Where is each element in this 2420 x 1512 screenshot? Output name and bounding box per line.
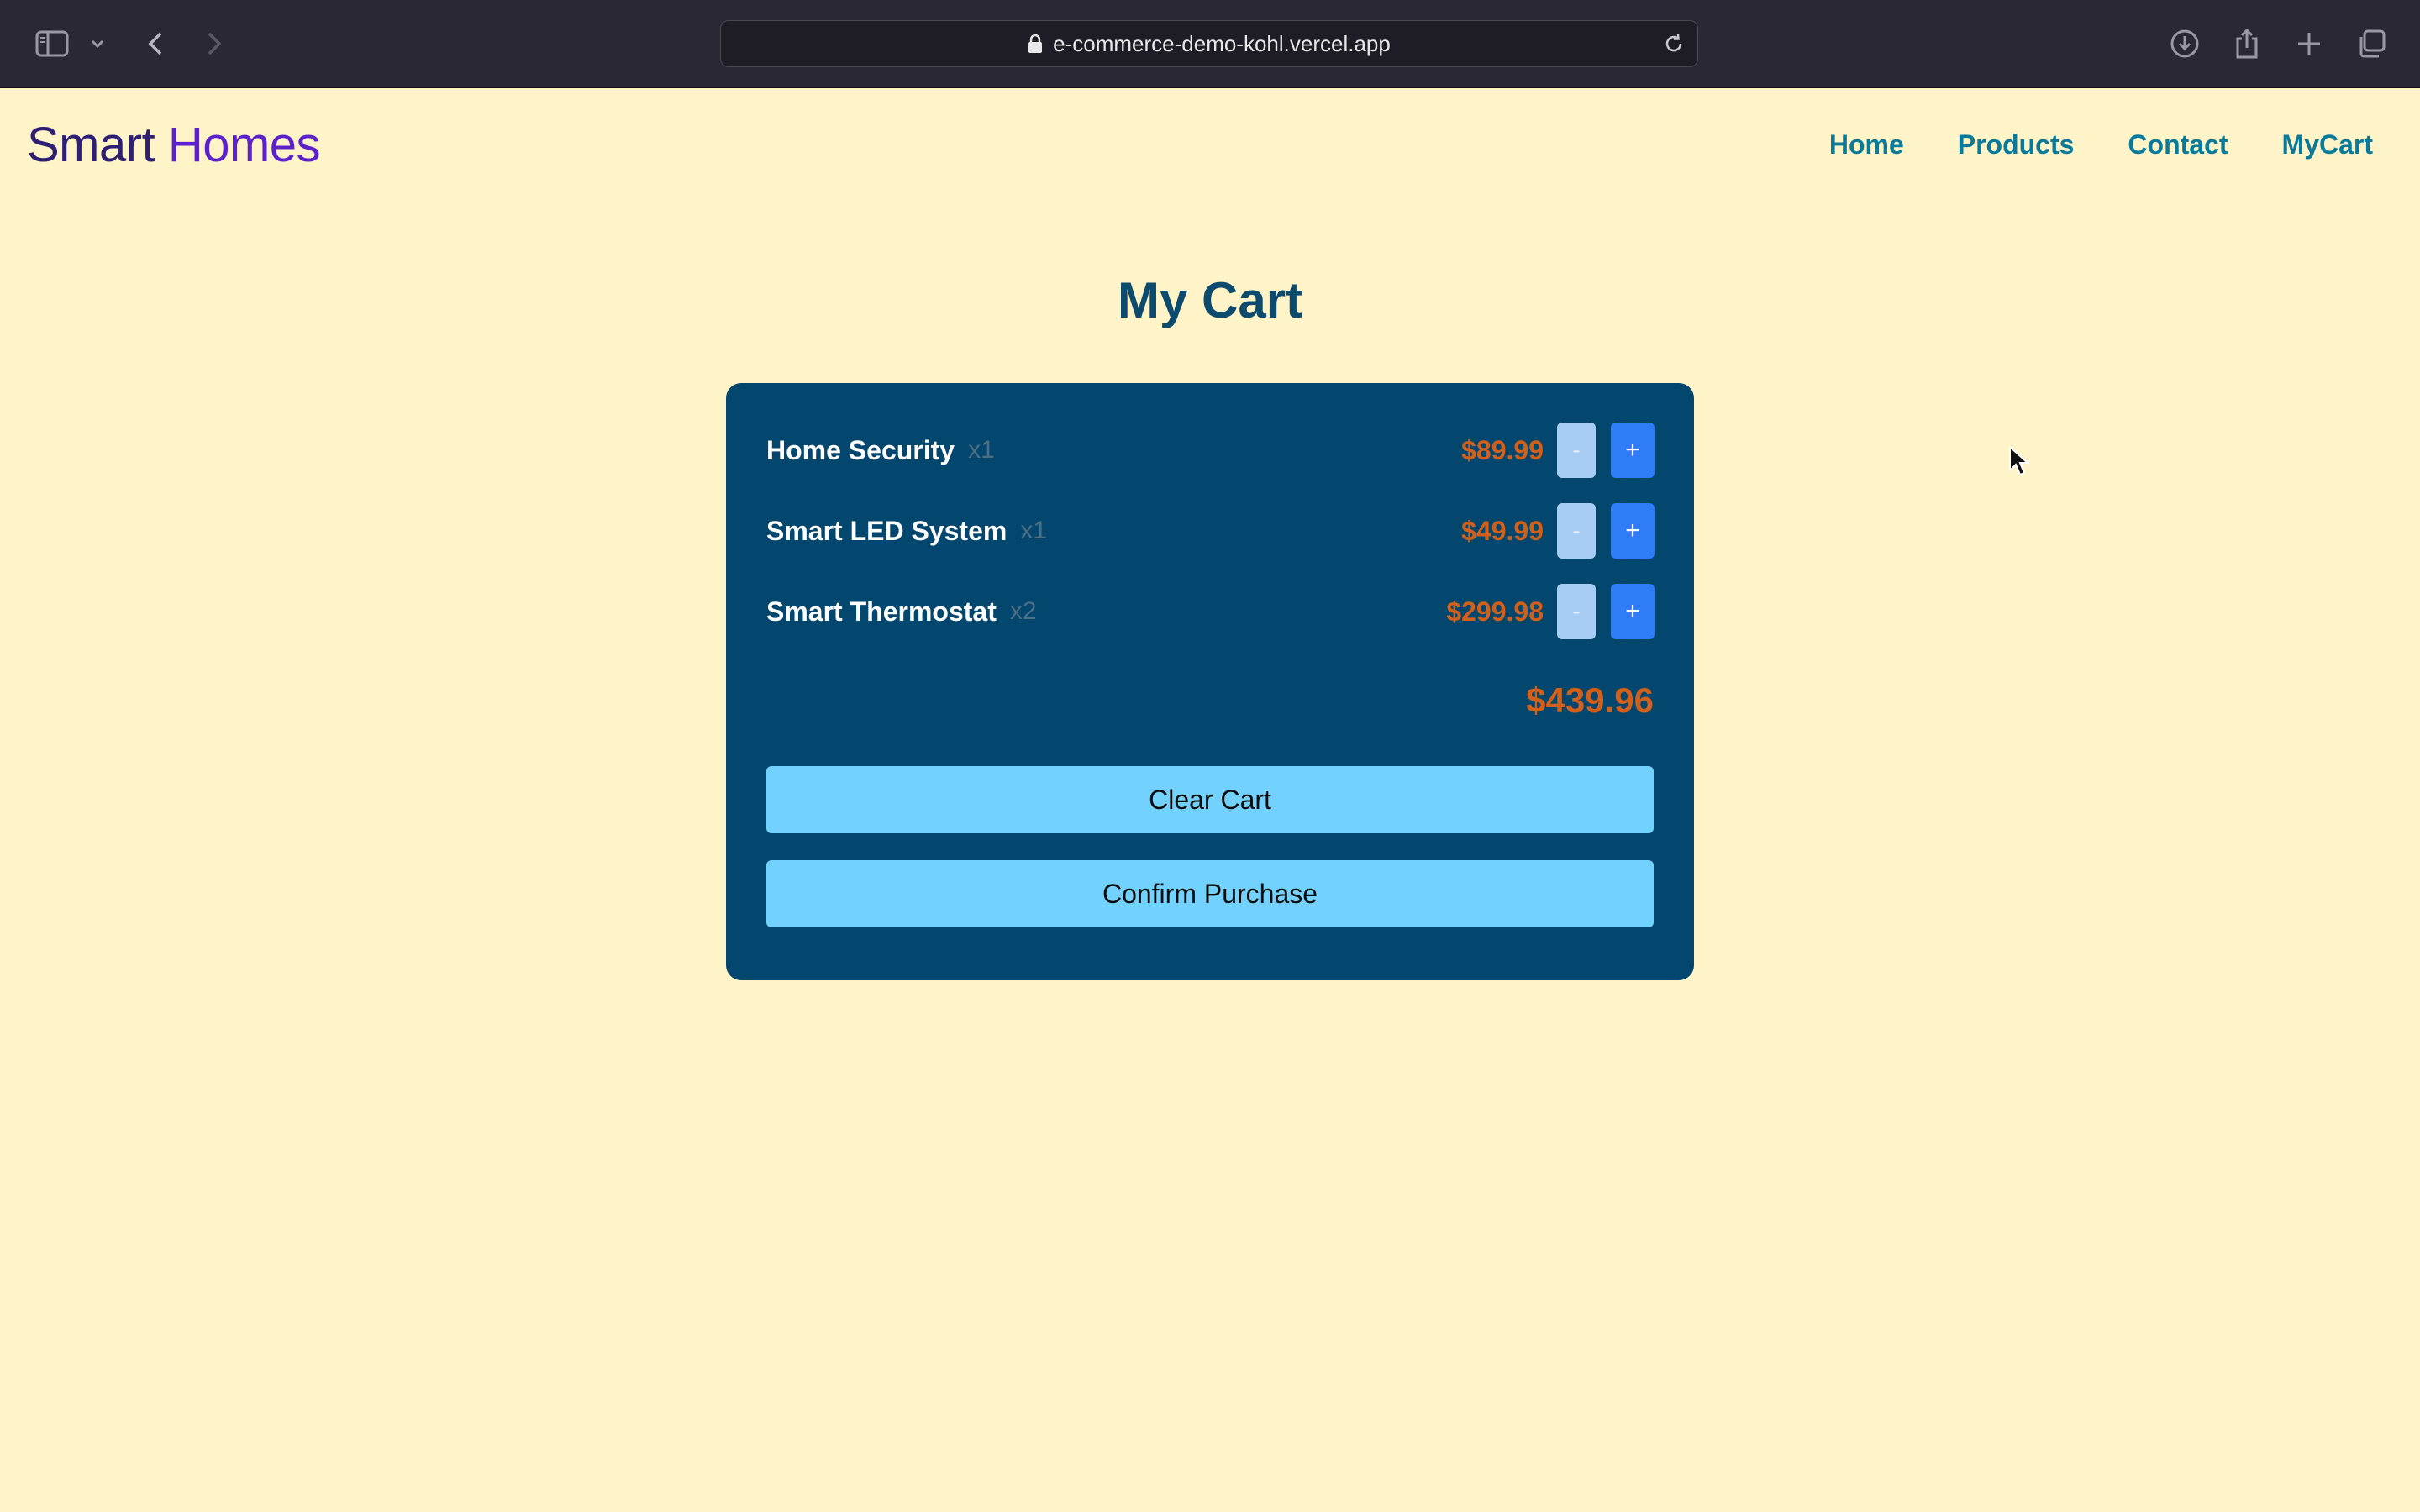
cart-item: Smart LED System x1 $49.99 - +: [766, 503, 1655, 559]
nav-link-products[interactable]: Products: [1958, 126, 2075, 163]
cart-item-price: $89.99: [1461, 434, 1544, 465]
cart-item-name: Smart LED System: [766, 515, 1007, 546]
increase-quantity-button[interactable]: +: [1611, 503, 1655, 559]
share-icon[interactable]: [2230, 28, 2264, 59]
back-arrow-icon[interactable]: [143, 29, 168, 59]
decrease-quantity-button[interactable]: -: [1557, 423, 1596, 478]
cart-item-price: $299.98: [1446, 596, 1544, 627]
site-title-word-homes: Homes: [167, 118, 321, 172]
main-nav: Home Products Contact MyCart: [1829, 126, 2373, 163]
forward-arrow-icon[interactable]: [202, 29, 227, 59]
cart-item-quantity: x2: [1009, 597, 1037, 625]
cart-item-quantity: x1: [1020, 517, 1048, 544]
reload-icon[interactable]: [1662, 32, 1686, 55]
url-text: e-commerce-demo-kohl.vercel.app: [1053, 30, 1391, 56]
browser-toolbar: e-commerce-demo-kohl.vercel.app: [0, 0, 2420, 88]
decrease-quantity-button[interactable]: -: [1557, 584, 1596, 639]
cart-total: $439.96: [1526, 680, 1654, 720]
cart-item: Smart Thermostat x2 $299.98 - +: [766, 584, 1655, 639]
cart-item: Home Security x1 $89.99 - +: [766, 423, 1655, 478]
cart-item-name: Smart Thermostat: [766, 596, 997, 627]
new-tab-icon[interactable]: [2292, 29, 2326, 59]
tab-overview-icon[interactable]: [2354, 29, 2388, 59]
nav-link-home[interactable]: Home: [1829, 126, 1904, 163]
confirm-purchase-button[interactable]: Confirm Purchase: [766, 860, 1654, 927]
lock-icon: [1028, 34, 1043, 54]
clear-cart-button[interactable]: Clear Cart: [766, 766, 1654, 833]
site-logo-title[interactable]: Smart Homes: [27, 116, 321, 175]
sidebar-toggle-icon[interactable]: [34, 29, 71, 59]
chevron-down-icon[interactable]: [87, 29, 108, 59]
page-title: My Cart: [1117, 272, 1303, 328]
cart-item-price: $49.99: [1461, 515, 1544, 546]
cart-item-name: Home Security: [766, 434, 955, 465]
nav-link-contact[interactable]: Contact: [2128, 126, 2228, 163]
increase-quantity-button[interactable]: +: [1611, 423, 1655, 478]
decrease-quantity-button[interactable]: -: [1557, 503, 1596, 559]
nav-link-mycart[interactable]: MyCart: [2282, 126, 2373, 163]
mouse-cursor-icon: [2008, 444, 2030, 481]
site-title-word-smart: Smart: [27, 118, 155, 172]
address-bar[interactable]: e-commerce-demo-kohl.vercel.app: [720, 20, 1698, 67]
downloads-icon[interactable]: [2168, 29, 2202, 59]
increase-quantity-button[interactable]: +: [1611, 584, 1655, 639]
cart-item-quantity: x1: [968, 436, 995, 464]
cart-panel: Home Security x1 $89.99 - + Smart LED Sy…: [726, 383, 1694, 980]
